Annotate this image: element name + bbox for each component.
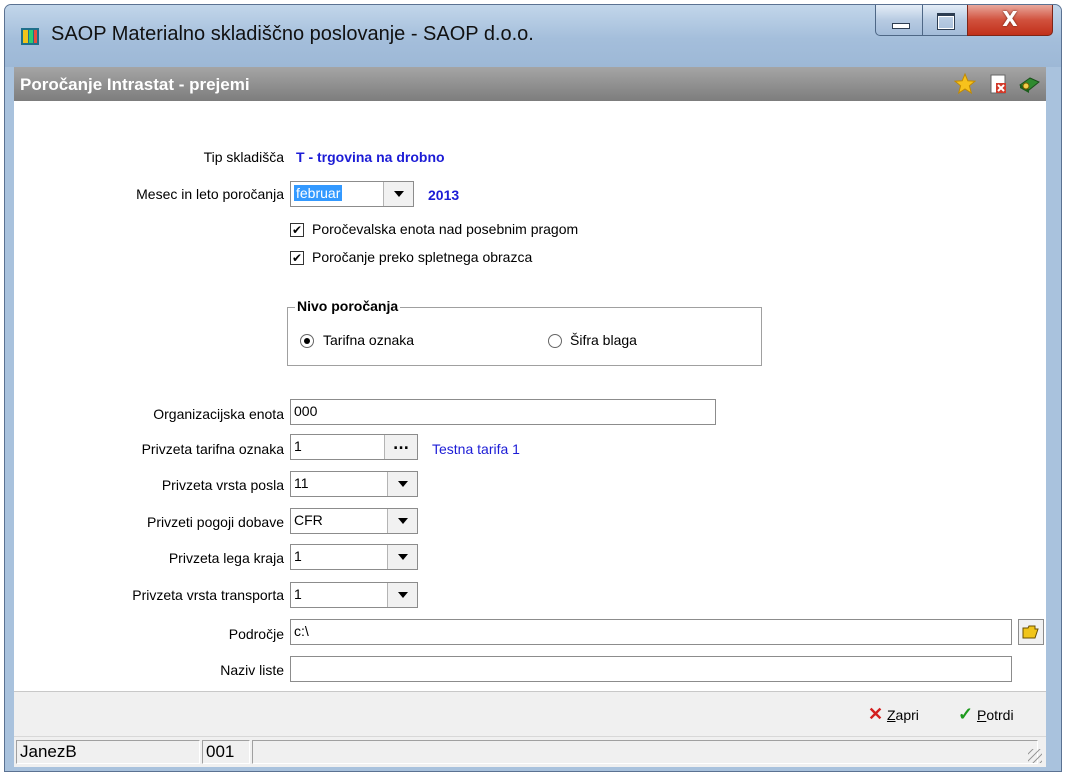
pogoji-dropdown-button[interactable] [387, 509, 417, 533]
tarifna-oznaka-label: Tarifna oznaka [323, 332, 415, 348]
nivo-porocanja-title: Nivo poročanja [295, 298, 401, 314]
cancel-x-icon: ✕ [868, 704, 884, 724]
tip-skladisca-label: Tip skladišča [203, 149, 284, 165]
naziv-label: Naziv liste [220, 662, 284, 678]
tarifna-label: Privzeta tarifna oznaka [141, 441, 284, 457]
podrocje-input[interactable]: c:\ [290, 619, 1012, 645]
close-window-button[interactable]: X [967, 5, 1053, 36]
posebni-prag-checkbox[interactable]: ✔ [290, 223, 304, 237]
naziv-input[interactable] [290, 656, 1012, 682]
window-title: SAOP Materialno skladiščno poslovanje - … [51, 23, 534, 45]
month-select[interactable]: februar [290, 181, 414, 207]
minimize-button[interactable] [875, 5, 923, 36]
spletni-obrazec-checkbox[interactable]: ✔ [290, 251, 304, 265]
potrdi-button[interactable]: ✓ Potrdi [958, 704, 1014, 725]
folder-browse-button[interactable] [1018, 619, 1044, 645]
sifra-blaga-radio[interactable] [548, 334, 562, 348]
caption-buttons: X [875, 5, 1055, 37]
potrdi-label-rest: otrdi [986, 707, 1014, 723]
org-enota-label: Organizacijska enota [153, 406, 284, 422]
chevron-down-icon [398, 554, 408, 560]
zapri-hotkey: Z [886, 707, 896, 723]
chevron-down-icon [398, 592, 408, 598]
star-icon[interactable] [954, 73, 976, 95]
pogoji-select[interactable]: CFR [290, 508, 418, 534]
tarifna-oznaka-radio[interactable] [300, 334, 314, 348]
posebni-prag-label: Poročevalska enota nad posebnim pragom [312, 221, 579, 237]
tarifna-input[interactable]: 1 ... [290, 434, 418, 460]
chevron-down-icon [394, 191, 404, 197]
maximize-button[interactable] [922, 5, 968, 36]
chevron-down-icon [398, 518, 408, 524]
lega-dropdown-button[interactable] [387, 545, 417, 569]
app-window: SAOP Materialno skladiščno poslovanje - … [4, 4, 1062, 772]
button-bar: ✕ Zapri ✓ Potrdi [14, 692, 1046, 736]
month-dropdown-button[interactable] [383, 182, 413, 206]
sifra-blaga-label: Šifra blaga [570, 332, 637, 348]
status-code: 001 [202, 740, 250, 764]
status-bar: JanezB 001 [14, 736, 1046, 767]
lega-select[interactable]: 1 [290, 544, 418, 570]
close-document-icon[interactable] [987, 73, 1009, 95]
form-header: Poročanje Intrastat - prejemi [14, 67, 1046, 101]
vrsta-posla-dropdown-button[interactable] [387, 472, 417, 496]
folder-open-icon [1022, 625, 1039, 639]
check-icon: ✓ [958, 704, 974, 724]
form-body: Tip skladišča T - trgovina na drobno Mes… [14, 101, 1046, 691]
minimize-icon [892, 23, 910, 29]
potrdi-hotkey: P [976, 707, 987, 723]
status-user: JanezB [16, 740, 200, 764]
vrsta-posla-select[interactable]: 11 [290, 471, 418, 497]
tarifna-value: 1 [294, 438, 302, 454]
transport-dropdown-button[interactable] [387, 583, 417, 607]
transport-value: 1 [294, 586, 302, 602]
status-empty-cell [252, 740, 1038, 764]
vrsta-posla-value: 11 [294, 475, 309, 491]
year-value: 2013 [428, 187, 460, 203]
tarifna-browse-button[interactable]: ... [384, 435, 417, 459]
zapri-button[interactable]: ✕ Zapri [868, 704, 919, 725]
transport-label: Privzeta vrsta transporta [132, 587, 284, 603]
title-bar[interactable]: SAOP Materialno skladiščno poslovanje - … [5, 5, 1061, 67]
form-title: Poročanje Intrastat - prejemi [20, 75, 250, 94]
vrsta-posla-label: Privzeta vrsta posla [161, 477, 284, 493]
spletni-obrazec-label: Poročanje preko spletnega obrazca [312, 249, 533, 265]
pogoji-label: Privzeti pogoji dobave [147, 514, 284, 530]
org-enota-input[interactable]: 000 [290, 399, 716, 425]
nivo-porocanja-group: Nivo poročanja Tarifna oznaka Šifra blag… [287, 298, 762, 366]
pogoji-value: CFR [294, 512, 323, 528]
tarifna-description: Testna tarifa 1 [432, 441, 520, 457]
close-icon: X [1002, 7, 1018, 31]
zapri-label-rest: apri [895, 707, 919, 723]
help-book-icon[interactable] [1018, 73, 1040, 95]
mesec-label: Mesec in leto poročanja [136, 186, 284, 202]
tip-skladisca-value: T - trgovina na drobno [296, 149, 445, 165]
resize-grip[interactable] [1028, 749, 1042, 763]
lega-label: Privzeta lega kraja [168, 550, 284, 566]
lega-value: 1 [294, 548, 302, 564]
podrocje-label: Področje [228, 626, 284, 642]
month-value: februar [294, 185, 343, 201]
maximize-icon [937, 13, 955, 30]
transport-select[interactable]: 1 [290, 582, 418, 608]
app-icon [21, 28, 39, 45]
chevron-down-icon [398, 481, 408, 487]
